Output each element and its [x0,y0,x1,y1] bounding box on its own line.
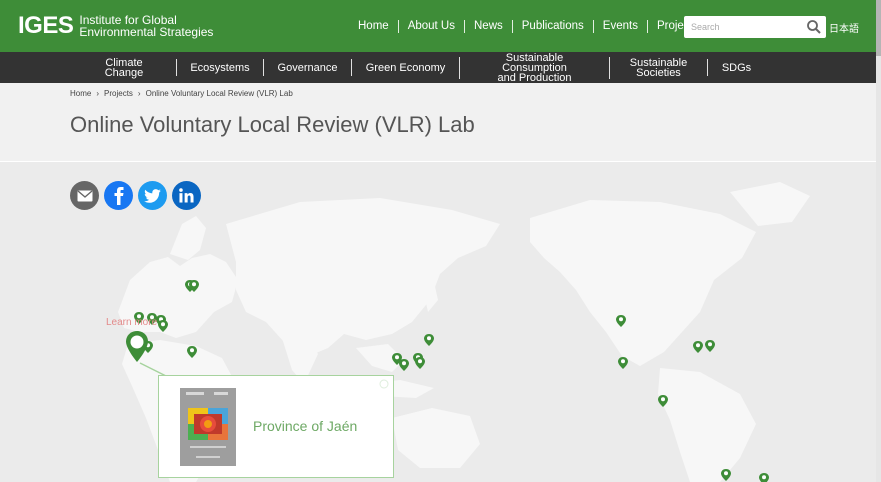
category-label-line-2: and Production [497,71,572,84]
category-nav: Climate Change Ecosystems Governance Gre… [0,52,876,83]
popup-close-icon[interactable] [379,379,389,389]
logo-text: Institute for Global Environmental Strat… [79,14,213,38]
category-sdgs[interactable]: SDGs [707,59,765,76]
breadcrumb-projects[interactable]: Projects [104,89,133,98]
breadcrumb-current: Online Voluntary Local Review (VLR) Lab [145,89,293,98]
category-label: Green Economy [365,61,446,74]
land-greenland [730,182,810,226]
top-header: IGES Institute for Global Environmental … [0,0,876,52]
category-label: Climate Change [104,56,144,79]
facebook-icon [114,186,123,205]
linkedin-icon [179,188,194,203]
iges-logo[interactable]: IGES Institute for Global Environmental … [18,12,213,40]
category-label-line-2: Societies [636,66,681,79]
learn-more-link[interactable]: Learn more [106,317,157,328]
search-icon[interactable] [806,19,822,35]
nav-about-us[interactable]: About Us [397,19,464,33]
category-green-economy[interactable]: Green Economy [351,59,459,76]
category-label: Ecosystems [190,61,250,74]
report-cover-thumbnail[interactable] [180,388,236,466]
category-climate-change[interactable]: Climate Change [72,56,176,79]
selected-location-pin-icon[interactable] [125,331,149,363]
land-north-america [530,200,756,366]
linkedin-share-button[interactable] [172,181,201,210]
category-governance[interactable]: Governance [263,59,351,76]
land-scandinavia [170,216,206,260]
nav-news[interactable]: News [464,19,512,33]
land-asia [226,198,500,358]
search-input[interactable] [684,16,802,38]
category-list: Climate Change Ecosystems Governance Gre… [72,52,765,83]
share-buttons [70,181,206,210]
search-box [684,16,826,38]
nav-events[interactable]: Events [592,19,647,33]
land-southeast-asia [356,344,404,372]
email-share-button[interactable] [70,181,99,210]
breadcrumb-separator: › [96,89,100,98]
breadcrumb: Home › Projects › Online Voluntary Local… [70,89,298,98]
category-label: SDGs [721,61,752,74]
nav-publications[interactable]: Publications [511,19,593,33]
report-cover-image [180,388,236,466]
popup-location-title[interactable]: Province of Jaén [253,418,357,434]
land-australia [392,408,480,468]
location-popup[interactable]: Province of Jaén [158,375,394,478]
scrollbar-track[interactable] [876,0,881,482]
page-title: Online Voluntary Local Review (VLR) Lab [70,112,475,137]
language-switch[interactable]: 日本語 [829,20,859,35]
land-south-america [658,368,756,482]
category-ecosystems[interactable]: Ecosystems [176,59,263,76]
twitter-bird-icon [144,188,161,203]
category-label: Governance [277,61,338,74]
twitter-share-button[interactable] [138,181,167,210]
breadcrumb-separator: › [137,89,141,98]
logo-mark: IGES [18,12,74,39]
breadcrumb-home[interactable]: Home [70,89,91,98]
logo-line-2: Environmental Strategies [79,25,214,39]
scrollbar-thumb[interactable] [876,0,881,56]
envelope-icon [77,189,92,201]
category-label-line-1: Sustainable [629,56,688,69]
nav-home[interactable]: Home [349,20,398,33]
facebook-share-button[interactable] [104,181,133,210]
category-sustainable-societies[interactable]: Sustainable Societies [609,56,707,79]
category-label-line-1: Sustainable Consumption [502,51,567,74]
category-sustainable-consumption[interactable]: Sustainable Consumption and Production [459,52,609,83]
main-nav: Home About Us News Publications Events P… [349,0,708,52]
